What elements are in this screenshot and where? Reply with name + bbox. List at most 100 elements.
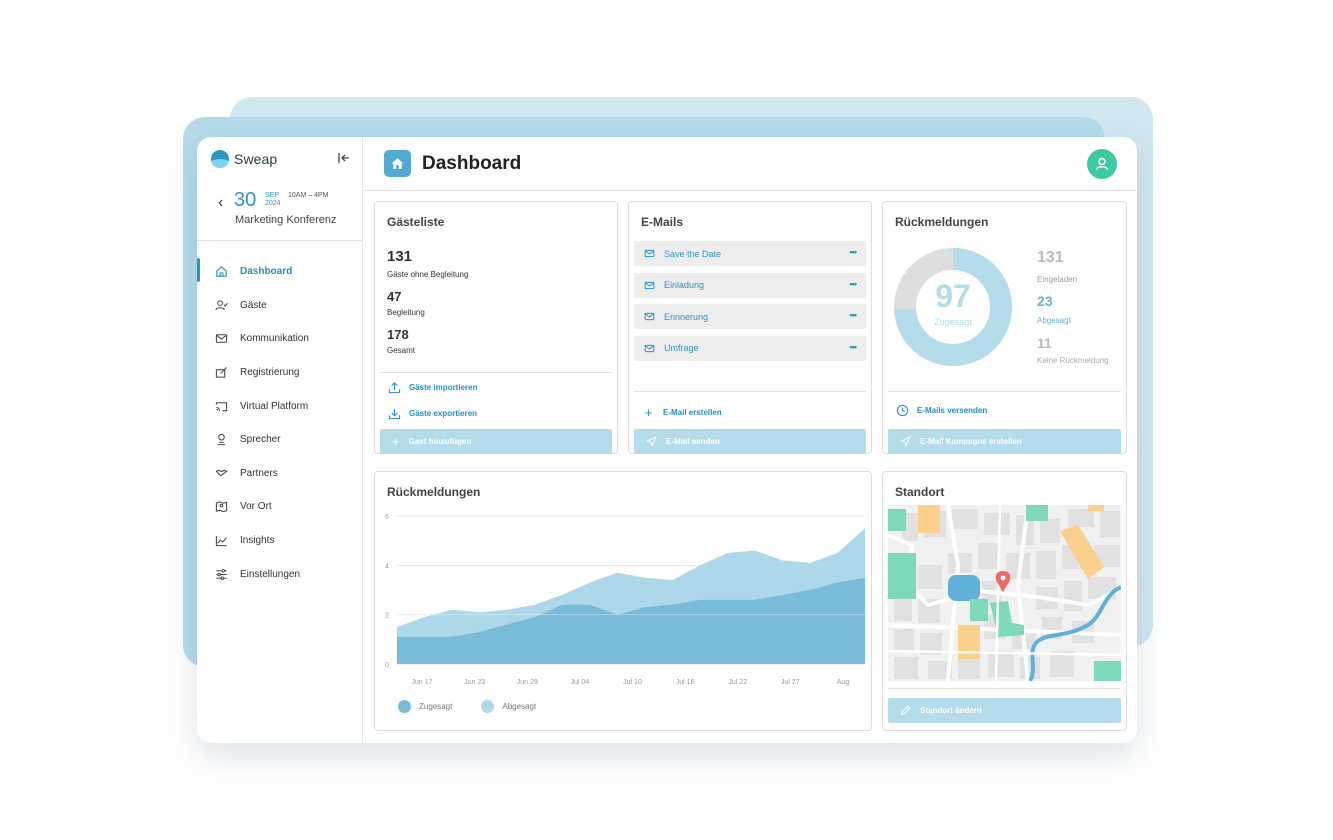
brand[interactable]: Sweap xyxy=(211,150,277,168)
sidebar-item-insights[interactable]: Insights xyxy=(197,524,363,558)
email-item[interactable]: Umfrage ••• xyxy=(634,335,866,361)
page-title: Dashboard xyxy=(422,153,522,174)
sidebar-item-label: Gäste xyxy=(240,299,267,311)
more-options-icon[interactable]: ••• xyxy=(850,310,858,320)
event-month-year: SEP 2024 xyxy=(265,192,281,208)
guests-without-companion-label: Gäste ohne Begleitung xyxy=(387,270,469,279)
add-guest-button[interactable]: + Gast hinzufügen xyxy=(380,429,612,454)
x-tick-label: Jul 16 xyxy=(676,679,695,686)
x-tick-label: Jul 04 xyxy=(571,679,590,686)
create-email-link[interactable]: + E-Mail erstellen xyxy=(642,405,722,420)
home-badge xyxy=(384,150,411,177)
user-icon xyxy=(1095,157,1109,171)
divider xyxy=(380,372,612,373)
divider xyxy=(888,391,1121,392)
sidebar-item-kommunikation[interactable]: Kommunikation xyxy=(197,322,363,356)
sidebar-item-label: Sprecher xyxy=(240,434,281,446)
email-item[interactable]: Erinnerung ••• xyxy=(634,304,866,329)
sidebar-item-sprecher[interactable]: Sprecher xyxy=(197,423,363,457)
email-item-label: Save the Date xyxy=(664,248,722,259)
x-tick-label: Aug xyxy=(837,679,850,686)
no-response-label: Keine Rückmeldung xyxy=(1037,356,1109,365)
card-title: E-Mails xyxy=(641,215,684,229)
email-item[interactable]: Einladung ••• xyxy=(634,272,866,298)
send-icon xyxy=(646,436,657,447)
legend-item-abgesagt[interactable]: Abgesagt xyxy=(481,700,536,713)
no-response-count: 11 xyxy=(1037,335,1052,351)
y-tick-label: 0 xyxy=(385,662,389,669)
responses-chart-card: Rückmeldungen 0 2 4 6 Jun 17 Jun 23 Jun 29 Jul … xyxy=(374,471,872,731)
sidebar-item-dashboard[interactable]: Dashboard xyxy=(197,255,363,289)
x-tick-label: Jul 27 xyxy=(781,679,800,686)
responses-donut: 97 Zugesagt xyxy=(892,246,1014,368)
map-icon xyxy=(215,501,228,513)
event-month: SEP xyxy=(265,192,280,199)
event-day: 30 xyxy=(234,189,257,211)
user-check-icon xyxy=(215,300,228,311)
card-title: Standort xyxy=(895,485,945,499)
cast-icon xyxy=(215,401,228,411)
sidebar-item-virtual-platform[interactable]: Virtual Platform xyxy=(197,389,363,423)
emails-card: E-Mails Save the Date ••• Einladung ••• … xyxy=(628,201,872,454)
total-count: 178 xyxy=(387,327,409,342)
plus-icon: + xyxy=(644,405,653,420)
event-selector[interactable]: ‹ 30 SEP 2024 10AM – 4PM Marketing Konfe… xyxy=(197,185,363,241)
area-chart: 0 2 4 6 Jun 17 Jun 23 Jun 29 Jul 04 Jul 10 Jul 16… xyxy=(385,514,865,686)
export-guests-link[interactable]: Gäste exportieren xyxy=(388,407,477,420)
legend-item-zugesagt[interactable]: Zugesagt xyxy=(398,700,452,713)
sliders-icon xyxy=(216,568,227,580)
more-options-icon[interactable]: ••• xyxy=(850,342,858,352)
accepted-count: 97 xyxy=(935,278,971,314)
location-map[interactable] xyxy=(888,505,1121,681)
sidebar-item-registrierung[interactable]: Registrierung xyxy=(197,356,363,390)
more-options-icon[interactable]: ••• xyxy=(850,279,858,289)
top-bar: Dashboard xyxy=(363,137,1137,191)
more-options-icon[interactable]: ••• xyxy=(850,247,858,257)
email-item[interactable]: Save the Date ••• xyxy=(634,241,866,266)
card-title: Rückmeldungen xyxy=(895,215,989,229)
card-title: Gästeliste xyxy=(387,215,445,229)
create-campaign-button[interactable]: E-Mail Kampagne erstellen xyxy=(888,429,1121,454)
send-email-label: E-Mail senden xyxy=(666,437,720,446)
x-tick-label: Jun 17 xyxy=(411,679,432,686)
send-emails-label: E-Mails versenden xyxy=(917,406,988,415)
line-chart-icon xyxy=(215,535,227,547)
invited-count: 131 xyxy=(1037,249,1064,266)
legend-swatch xyxy=(398,700,411,713)
sidebar-item-partners[interactable]: Partners xyxy=(197,457,363,491)
mail-icon xyxy=(215,334,228,344)
legend-label: Abgesagt xyxy=(502,702,537,711)
stage: Sweap ‹ 30 SEP 2024 10AM – 4PM Marketing… xyxy=(0,0,1333,840)
download-icon xyxy=(388,408,401,420)
collapse-sidebar-icon[interactable] xyxy=(337,151,351,165)
back-chevron-icon[interactable]: ‹ xyxy=(218,194,223,212)
sidebar-item-vor-ort[interactable]: Vor Ort xyxy=(197,490,363,524)
clock-icon xyxy=(896,404,909,417)
event-time: 10AM – 4PM xyxy=(288,192,329,199)
sidebar: Sweap ‹ 30 SEP 2024 10AM – 4PM Marketing… xyxy=(197,137,363,743)
email-item-label: Umfrage xyxy=(664,343,699,353)
total-label: Gesamt xyxy=(387,346,416,355)
y-tick-label: 6 xyxy=(385,514,389,521)
user-avatar[interactable] xyxy=(1087,149,1117,179)
change-location-button[interactable]: Standort ändern xyxy=(888,698,1121,723)
chart-legend: Zugesagt Abgesagt xyxy=(398,700,536,713)
sidebar-item-einstellungen[interactable]: Einstellungen xyxy=(197,557,363,591)
mail-icon xyxy=(644,312,655,321)
plus-icon: + xyxy=(392,434,400,449)
sidebar-item-label: Partners xyxy=(240,467,278,479)
email-item-label: Erinnerung xyxy=(664,311,709,322)
change-location-label: Standort ändern xyxy=(920,706,982,715)
home-icon xyxy=(391,158,404,169)
sidebar-item-label: Dashboard xyxy=(240,266,293,278)
send-email-button[interactable]: E-Mail senden xyxy=(634,429,866,454)
mail-icon xyxy=(644,344,655,352)
upload-icon xyxy=(388,382,401,394)
import-guests-link[interactable]: Gäste importieren xyxy=(388,381,477,394)
x-tick-label: Jul 22 xyxy=(728,679,747,686)
sweap-logo-icon xyxy=(211,150,229,168)
sidebar-item-label: Einstellungen xyxy=(240,568,301,580)
sidebar-item-gaeste[interactable]: Gäste xyxy=(197,289,363,323)
send-emails-link[interactable]: E-Mails versenden xyxy=(896,404,987,417)
mail-icon xyxy=(644,281,655,289)
